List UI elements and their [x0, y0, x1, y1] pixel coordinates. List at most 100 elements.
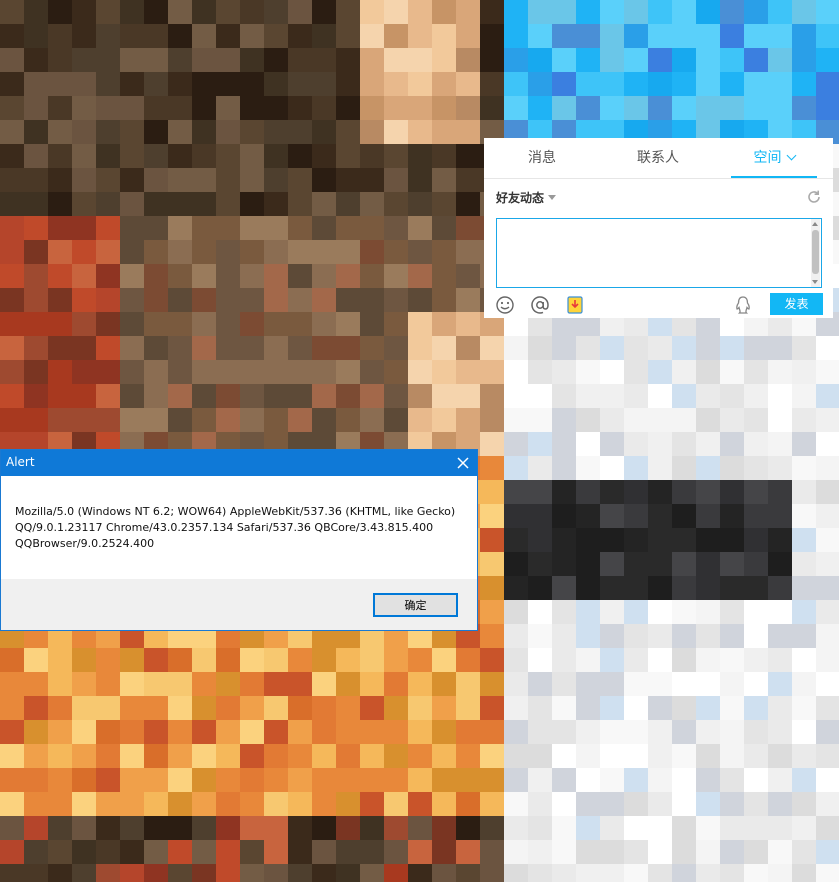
mosaic-tile	[312, 408, 336, 432]
mosaic-tile	[624, 576, 648, 600]
image-icon[interactable]	[565, 295, 585, 315]
mosaic-tile	[264, 240, 288, 264]
mosaic-tile	[696, 672, 720, 696]
mosaic-tile	[624, 864, 648, 882]
mosaic-tile	[264, 384, 288, 408]
mosaic-tile	[528, 672, 552, 696]
mosaic-tile	[24, 408, 48, 432]
friend-feed-label[interactable]: 好友动态	[496, 189, 544, 206]
scroll-down-icon[interactable]	[812, 280, 818, 284]
mosaic-tile	[504, 840, 528, 864]
mosaic-tile	[408, 168, 432, 192]
mosaic-tile	[504, 792, 528, 816]
mosaic-tile	[312, 360, 336, 384]
mosaic-tile	[408, 672, 432, 696]
mosaic-tile	[816, 432, 839, 456]
mosaic-tile	[336, 120, 360, 144]
tab-space[interactable]: 空间	[731, 138, 817, 178]
mosaic-tile	[120, 648, 144, 672]
mosaic-tile	[0, 648, 24, 672]
mosaic-tile	[624, 672, 648, 696]
mosaic-tile	[120, 48, 144, 72]
mosaic-tile	[0, 384, 24, 408]
caret-down-icon[interactable]	[548, 195, 556, 200]
mosaic-tile	[600, 768, 624, 792]
mosaic-tile	[360, 48, 384, 72]
post-scroll-thumb[interactable]	[812, 230, 819, 274]
mosaic-tile	[792, 24, 816, 48]
mosaic-tile	[768, 840, 792, 864]
mosaic-tile	[504, 360, 528, 384]
mosaic-tile	[360, 840, 384, 864]
mosaic-tile	[432, 216, 456, 240]
mosaic-tile	[696, 792, 720, 816]
mosaic-tile	[744, 744, 768, 768]
mosaic-tile	[192, 336, 216, 360]
close-icon[interactable]	[453, 453, 473, 473]
tab-contacts[interactable]: 联系人	[600, 138, 716, 178]
mosaic-tile	[288, 144, 312, 168]
tab-messages[interactable]: 消息	[484, 138, 600, 178]
mosaic-tile	[408, 648, 432, 672]
mosaic-tile	[288, 672, 312, 696]
mosaic-tile	[576, 408, 600, 432]
alert-title-bar[interactable]: Alert	[1, 450, 477, 476]
qq-penguin-icon[interactable]	[733, 295, 753, 315]
mosaic-tile	[216, 648, 240, 672]
mosaic-tile	[288, 744, 312, 768]
mosaic-tile	[600, 552, 624, 576]
mosaic-tile	[168, 768, 192, 792]
mosaic-tile	[312, 24, 336, 48]
mosaic-tile	[792, 720, 816, 744]
mosaic-tile	[480, 840, 504, 864]
mosaic-tile	[312, 696, 336, 720]
mosaic-tile	[456, 312, 480, 336]
ok-button[interactable]: 确定	[373, 593, 458, 617]
mosaic-tile	[432, 816, 456, 840]
mosaic-tile	[624, 432, 648, 456]
mosaic-tile	[360, 240, 384, 264]
mosaic-tile	[336, 408, 360, 432]
mosaic-tile	[648, 768, 672, 792]
mosaic-tile	[48, 648, 72, 672]
emoji-icon[interactable]	[495, 295, 515, 315]
mosaic-tile	[336, 96, 360, 120]
mosaic-tile	[96, 360, 120, 384]
mosaic-tile	[216, 144, 240, 168]
mosaic-tile	[720, 384, 744, 408]
mosaic-tile	[576, 360, 600, 384]
mosaic-tile	[768, 768, 792, 792]
mosaic-tile	[144, 0, 168, 24]
mention-icon[interactable]	[530, 295, 550, 315]
mosaic-tile	[768, 96, 792, 120]
mosaic-tile	[672, 576, 696, 600]
mosaic-tile	[768, 48, 792, 72]
mosaic-tile	[264, 312, 288, 336]
mosaic-tile	[480, 384, 504, 408]
mosaic-tile	[0, 840, 24, 864]
scroll-up-icon[interactable]	[812, 222, 818, 226]
mosaic-tile	[120, 336, 144, 360]
mosaic-tile	[696, 720, 720, 744]
mosaic-tile	[0, 264, 24, 288]
mosaic-tile	[624, 792, 648, 816]
mosaic-tile	[816, 336, 839, 360]
mosaic-tile	[96, 168, 120, 192]
mosaic-tile	[720, 792, 744, 816]
mosaic-tile	[336, 168, 360, 192]
mosaic-tile	[264, 144, 288, 168]
send-button[interactable]: 发表	[770, 293, 823, 315]
mosaic-tile	[312, 384, 336, 408]
refresh-icon[interactable]	[806, 189, 822, 205]
mosaic-tile	[336, 144, 360, 168]
mosaic-tile	[552, 480, 576, 504]
mosaic-tile	[552, 816, 576, 840]
mosaic-tile	[816, 864, 839, 882]
mosaic-tile	[816, 96, 839, 120]
mosaic-tile	[624, 600, 648, 624]
mosaic-tile	[672, 480, 696, 504]
mosaic-tile	[168, 120, 192, 144]
mosaic-tile	[744, 576, 768, 600]
mosaic-tile	[600, 24, 624, 48]
post-textarea[interactable]	[496, 218, 822, 288]
